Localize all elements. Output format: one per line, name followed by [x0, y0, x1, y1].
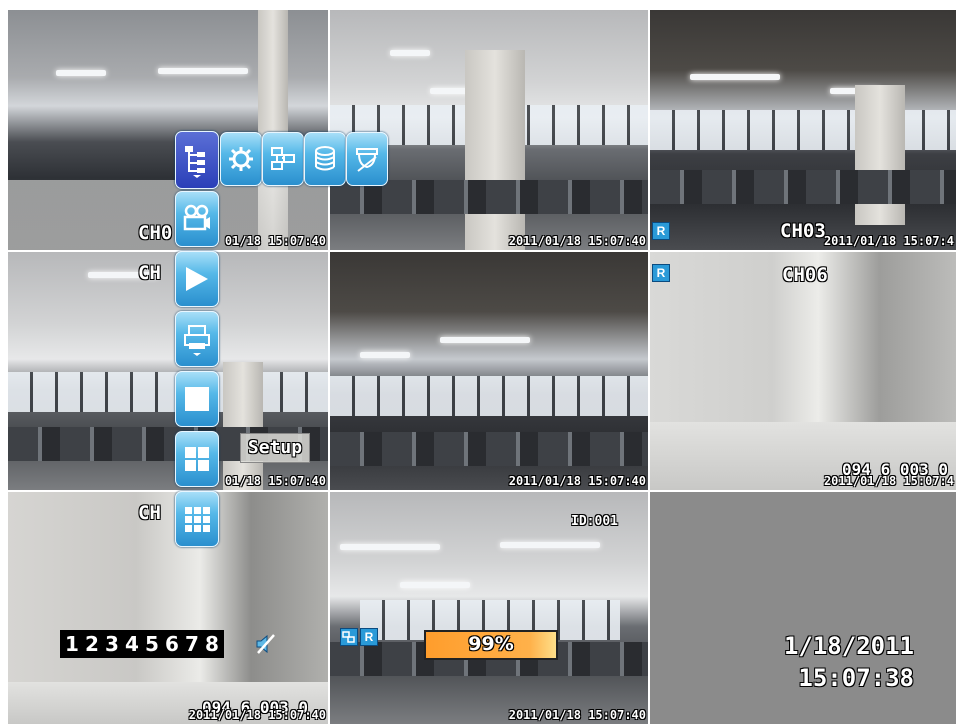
ceiling-light: [690, 74, 780, 80]
camera-tile-1[interactable]: CH0 01/18 15:07:40: [8, 10, 328, 250]
storage-button[interactable]: [304, 132, 346, 186]
menu-play-button[interactable]: [175, 251, 219, 307]
dvr-screen: CH0 01/18 15:07:40 2011/01/18 15:07:40 R…: [0, 0, 956, 724]
gear-icon: [229, 147, 253, 171]
menu-print-button[interactable]: [175, 311, 219, 367]
camera-tile-2[interactable]: 2011/01/18 15:07:40: [330, 10, 648, 250]
ceiling-light: [390, 50, 430, 56]
play-icon: [186, 267, 208, 291]
menu-camera-button[interactable]: [175, 191, 219, 247]
timestamp: 2011/01/18 15:07:40: [508, 708, 646, 722]
channel-number[interactable]: 4: [124, 632, 140, 656]
channel-number[interactable]: 6: [164, 632, 180, 656]
ceiling-light: [158, 68, 248, 74]
record-badge: R: [360, 628, 378, 646]
desks: [650, 170, 956, 204]
window-row: [330, 376, 648, 416]
ptz-icon: [356, 148, 378, 172]
camera-tile-8[interactable]: ID:001 R 2011/01/18 15:07:40: [330, 492, 648, 724]
record-badge: R: [652, 264, 670, 282]
menu-tree-button[interactable]: [175, 131, 219, 189]
timestamp: 2011/01/18 15:07:4: [823, 234, 954, 248]
channel-label: CH03: [780, 220, 826, 242]
network-icon: [271, 147, 295, 170]
timestamp: 2011/01/18 15:07:4: [823, 474, 954, 488]
ceiling-light: [500, 542, 600, 548]
channel-number[interactable]: 8: [204, 632, 220, 656]
timestamp: 2011/01/18 15:07:40: [508, 234, 646, 248]
grid-9-icon: [185, 507, 210, 532]
network-button[interactable]: [262, 132, 304, 186]
camera-tile-3[interactable]: R CH03 2011/01/18 15:07:4: [650, 10, 956, 250]
channel-number[interactable]: 2: [84, 632, 100, 656]
timestamp: 01/18 15:07:40: [224, 234, 326, 248]
desks: [330, 432, 648, 466]
camera-tile-7[interactable]: CH 094 6 003 0 2011/01/18 15:07:40: [8, 492, 328, 724]
channel-number[interactable]: 5: [144, 632, 160, 656]
clock-time: 15:07:38: [798, 664, 914, 692]
menu-quad-view-button[interactable]: [175, 431, 219, 487]
pillar: [465, 50, 525, 250]
hdd-usage-text: 99%: [468, 633, 514, 655]
mute-icon[interactable]: [254, 633, 276, 655]
id-label: ID:001: [571, 514, 618, 529]
menu-nine-view-button[interactable]: [175, 491, 219, 547]
record-badge: R: [652, 222, 670, 240]
channel-number[interactable]: 7: [184, 632, 200, 656]
channel-label: CH06: [782, 264, 828, 286]
timestamp: 2011/01/18 15:07:40: [188, 708, 326, 722]
camera-icon: [183, 204, 210, 231]
ceiling-light: [56, 70, 106, 76]
camera-tile-5[interactable]: 2011/01/18 15:07:40: [330, 252, 648, 490]
settings-button[interactable]: [220, 132, 262, 186]
channel-label: CH: [138, 502, 161, 524]
window-row: [650, 110, 956, 150]
channel-number[interactable]: 1: [64, 632, 80, 656]
channel-label: CH0: [138, 222, 173, 244]
timestamp: 2011/01/18 15:07:40: [508, 474, 646, 488]
pillar: [223, 362, 263, 490]
tree-icon: [185, 146, 205, 178]
ceiling-light: [360, 352, 410, 358]
ptz-button[interactable]: [346, 132, 388, 186]
printer-icon: [184, 325, 210, 356]
menu-single-view-button[interactable]: [175, 371, 219, 427]
window-row: [8, 372, 328, 412]
ceiling-light: [400, 582, 470, 588]
channel-number-strip: 1 2 3 4 5 6 7 8: [60, 630, 224, 658]
hdd-usage-bar: 99%: [424, 630, 558, 660]
pillar: [855, 85, 905, 225]
channel-label: CH: [138, 262, 161, 284]
ceiling-light: [440, 337, 530, 343]
channel-number[interactable]: 3: [104, 632, 120, 656]
timestamp: 01/18 15:07:40: [224, 474, 326, 488]
quad-view-icon: [185, 447, 209, 471]
single-view-icon: [185, 387, 209, 411]
ceiling-light: [340, 544, 440, 550]
camera-tile-6[interactable]: R CH06 094 6 003 0 2011/01/18 15:07:4: [650, 252, 956, 490]
link-icon: [340, 628, 358, 646]
storage-icon: [315, 146, 335, 171]
clock-date: 1/18/2011: [783, 632, 914, 660]
setup-tooltip: Setup: [240, 433, 310, 463]
